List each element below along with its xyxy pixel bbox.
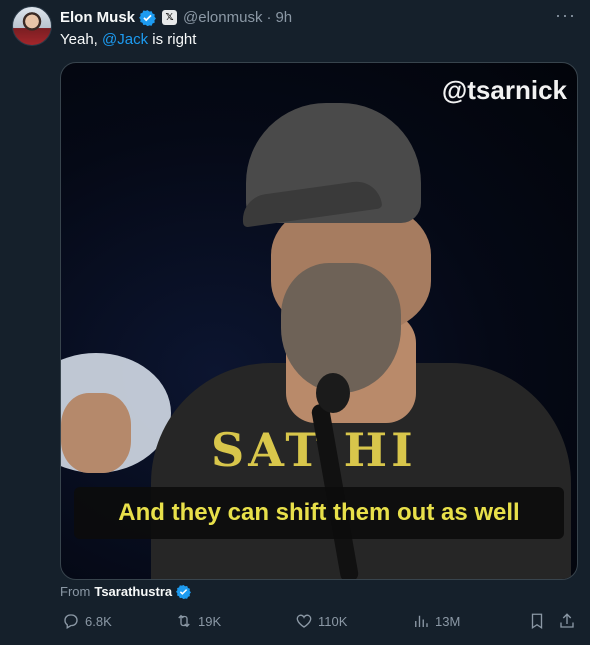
author-handle[interactable]: @elonmusk (183, 9, 262, 26)
more-options-icon[interactable]: ··· (555, 5, 576, 26)
x-logo-icon: 𝕏 (162, 9, 178, 25)
repost-icon (178, 614, 190, 628)
video-caption-text: And they can shift them out as well (118, 499, 520, 526)
tweet[interactable]: Elon Musk 𝕏 @elonmusk · 9h ··· Yeah, @Ja… (0, 0, 590, 645)
view-count: 13M (435, 613, 461, 629)
tweet-header: Elon Musk 𝕏 @elonmusk · 9h (60, 7, 292, 27)
share-button[interactable] (558, 612, 576, 630)
video-media[interactable]: SAT HI @tsarnick And they can shift them… (60, 62, 578, 580)
action-bar: 6.8K 19K 110K 13M (60, 612, 580, 634)
verified-badge-icon (176, 584, 192, 599)
tweet-text-after: is right (148, 31, 197, 48)
author-name[interactable]: Elon Musk (60, 9, 135, 26)
separator-dot: · (266, 8, 272, 26)
media-source-name[interactable]: Tsarathustra (94, 584, 172, 599)
share-icon (560, 613, 574, 628)
like-button[interactable]: 110K (295, 612, 347, 630)
author-avatar[interactable] (12, 6, 52, 46)
bookmark-icon (531, 613, 543, 630)
reply-count: 6.8K (85, 613, 112, 629)
mention-link[interactable]: @Jack (102, 31, 148, 48)
tweet-text-before: Yeah, (60, 31, 102, 48)
speaker-beard (281, 263, 401, 393)
speaker-hand (61, 393, 131, 473)
video-caption: And they can shift them out as well (74, 487, 564, 539)
like-count: 110K (318, 613, 348, 629)
reply-button[interactable]: 6.8K (62, 612, 112, 630)
verified-badge-icon (139, 9, 156, 26)
repost-count: 19K (198, 613, 222, 629)
repost-button[interactable]: 19K (175, 612, 221, 630)
media-source-prefix: From (60, 584, 91, 599)
tweet-time[interactable]: 9h (275, 9, 292, 26)
reply-icon (64, 614, 78, 629)
shirt-print: SAT HI (211, 423, 417, 477)
bar-chart-icon (415, 615, 428, 627)
bookmark-button[interactable] (528, 612, 546, 630)
views-button[interactable]: 13M (412, 612, 460, 630)
microphone-head (316, 373, 350, 413)
video-watermark: @tsarnick (441, 75, 567, 105)
tweet-text: Yeah, @Jack is right (60, 31, 196, 48)
heart-icon (296, 614, 312, 628)
media-source: From Tsarathustra (60, 584, 192, 599)
